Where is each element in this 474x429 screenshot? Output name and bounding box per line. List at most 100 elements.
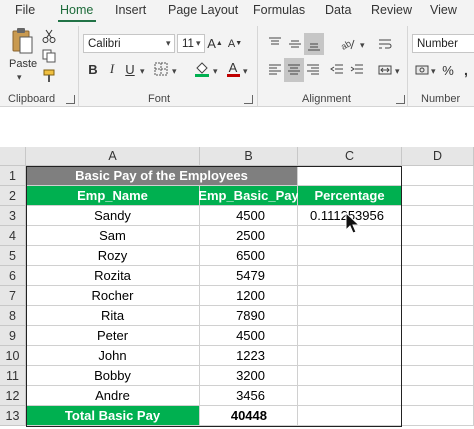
emp-pay-cell[interactable]: 3456 bbox=[200, 386, 298, 406]
percent-style-button[interactable]: % bbox=[440, 60, 456, 80]
tab-review[interactable]: Review bbox=[371, 3, 412, 17]
tab-file[interactable]: File bbox=[15, 3, 35, 17]
increase-font-size-button[interactable]: A ▲ bbox=[207, 34, 223, 53]
emp-pay-cell[interactable]: 1200 bbox=[200, 286, 298, 306]
column-header-d[interactable]: D bbox=[402, 147, 474, 166]
tab-page-layout[interactable]: Page Layout bbox=[168, 3, 238, 17]
emp-pay-cell[interactable]: 4500 bbox=[200, 326, 298, 346]
wrap-text-icon[interactable] bbox=[376, 34, 394, 54]
row-header[interactable]: 1 bbox=[0, 166, 26, 186]
cell-d7[interactable] bbox=[402, 286, 474, 306]
header-emp-basic-pay[interactable]: Emp_Basic_Pay bbox=[198, 186, 299, 206]
percentage-cell[interactable] bbox=[298, 306, 402, 326]
middle-align-icon[interactable] bbox=[286, 35, 304, 53]
emp-pay-cell[interactable]: 5479 bbox=[200, 266, 298, 286]
cell-d1[interactable] bbox=[402, 166, 474, 186]
percentage-cell[interactable] bbox=[298, 346, 402, 366]
row-header[interactable]: 5 bbox=[0, 246, 26, 266]
align-left-icon[interactable] bbox=[266, 60, 284, 80]
cell-d11[interactable] bbox=[402, 366, 474, 386]
font-launcher-icon[interactable] bbox=[244, 95, 253, 104]
bottom-align-icon[interactable] bbox=[304, 33, 324, 55]
merge-dropdown-icon[interactable]: ▾ bbox=[395, 66, 400, 77]
emp-name-cell[interactable]: Sam bbox=[26, 226, 200, 246]
number-format-select[interactable]: Number bbox=[412, 34, 474, 53]
paste-dropdown-icon[interactable]: ▾ bbox=[17, 72, 22, 83]
emp-pay-cell[interactable]: 6500 bbox=[200, 246, 298, 266]
column-header-a[interactable]: A bbox=[26, 147, 200, 166]
font-color-icon[interactable]: A bbox=[225, 59, 241, 79]
decrease-indent-icon[interactable] bbox=[328, 60, 346, 80]
row-header[interactable]: 2 bbox=[0, 186, 26, 206]
clipboard-launcher-icon[interactable] bbox=[66, 95, 75, 104]
percentage-cell[interactable] bbox=[298, 266, 402, 286]
header-percentage[interactable]: Percentage bbox=[298, 186, 402, 206]
underline-button[interactable]: U bbox=[122, 60, 138, 78]
tab-formulas[interactable]: Formulas bbox=[253, 3, 305, 17]
align-center-icon[interactable] bbox=[284, 58, 304, 82]
fill-color-icon[interactable] bbox=[193, 59, 211, 79]
row-header[interactable]: 8 bbox=[0, 306, 26, 326]
cell-d5[interactable] bbox=[402, 246, 474, 266]
paste-icon[interactable] bbox=[8, 26, 36, 56]
emp-name-cell[interactable]: Bobby bbox=[26, 366, 200, 386]
emp-name-cell[interactable]: Rozita bbox=[26, 266, 200, 286]
fill-color-dropdown-icon[interactable]: ▾ bbox=[213, 66, 218, 77]
emp-pay-cell[interactable]: 7890 bbox=[200, 306, 298, 326]
alignment-launcher-icon[interactable] bbox=[396, 95, 405, 104]
emp-name-cell[interactable]: Andre bbox=[26, 386, 200, 406]
borders-dropdown-icon[interactable]: ▾ bbox=[172, 66, 177, 77]
percentage-cell[interactable] bbox=[298, 386, 402, 406]
accounting-dropdown-icon[interactable]: ▾ bbox=[431, 66, 436, 77]
font-name-input[interactable]: Calibri bbox=[83, 34, 175, 53]
row-header[interactable]: 9 bbox=[0, 326, 26, 346]
orientation-icon[interactable]: ab bbox=[338, 35, 358, 53]
emp-name-cell[interactable]: John bbox=[26, 346, 200, 366]
row-header[interactable]: 3 bbox=[0, 206, 26, 226]
row-header[interactable]: 11 bbox=[0, 366, 26, 386]
emp-pay-cell[interactable]: 1223 bbox=[200, 346, 298, 366]
table-title-cell[interactable]: Basic Pay of the Employees bbox=[26, 166, 298, 186]
font-name-dropdown-icon[interactable]: ▾ bbox=[166, 38, 171, 49]
cell-d9[interactable] bbox=[402, 326, 474, 346]
emp-name-cell[interactable]: Rita bbox=[26, 306, 200, 326]
cell-d2[interactable] bbox=[402, 186, 474, 206]
percentage-cell[interactable] bbox=[298, 286, 402, 306]
percentage-cell[interactable] bbox=[298, 366, 402, 386]
underline-dropdown-icon[interactable]: ▾ bbox=[140, 66, 145, 77]
cell-d6[interactable] bbox=[402, 266, 474, 286]
cell-d13[interactable] bbox=[402, 406, 474, 426]
row-header[interactable]: 10 bbox=[0, 346, 26, 366]
row-header[interactable]: 4 bbox=[0, 226, 26, 246]
increase-indent-icon[interactable] bbox=[348, 60, 366, 80]
copy-icon[interactable] bbox=[41, 48, 57, 64]
decrease-font-size-button[interactable]: A ▼ bbox=[228, 34, 242, 53]
tab-view[interactable]: View bbox=[430, 3, 457, 17]
comma-style-button[interactable]: , bbox=[458, 60, 474, 80]
emp-name-cell[interactable]: Sandy bbox=[26, 206, 200, 226]
percentage-cell[interactable] bbox=[298, 246, 402, 266]
tab-home[interactable]: Home bbox=[60, 3, 93, 17]
cell-d12[interactable] bbox=[402, 386, 474, 406]
emp-name-cell[interactable]: Rocher bbox=[26, 286, 200, 306]
total-label-cell[interactable]: Total Basic Pay bbox=[26, 406, 200, 426]
column-header-b[interactable]: B bbox=[200, 147, 298, 166]
total-value-cell[interactable]: 40448 bbox=[200, 406, 298, 426]
column-header-c[interactable]: C bbox=[298, 147, 402, 166]
top-align-icon[interactable] bbox=[266, 35, 284, 53]
row-header[interactable]: 12 bbox=[0, 386, 26, 406]
cell-d3[interactable] bbox=[402, 206, 474, 226]
tab-data[interactable]: Data bbox=[325, 3, 351, 17]
accounting-format-icon[interactable] bbox=[414, 60, 430, 80]
percentage-cell[interactable] bbox=[298, 326, 402, 346]
cell-d8[interactable] bbox=[402, 306, 474, 326]
borders-icon[interactable] bbox=[152, 60, 170, 78]
font-size-dropdown-icon[interactable]: ▾ bbox=[196, 38, 201, 49]
italic-button[interactable]: I bbox=[104, 60, 120, 78]
emp-pay-cell[interactable]: 2500 bbox=[200, 226, 298, 246]
paste-button[interactable]: Paste bbox=[9, 58, 37, 70]
cell-c13[interactable] bbox=[298, 406, 402, 426]
cell-c1[interactable] bbox=[298, 166, 402, 186]
font-color-dropdown-icon[interactable]: ▾ bbox=[243, 66, 248, 77]
tab-insert[interactable]: Insert bbox=[115, 3, 146, 17]
